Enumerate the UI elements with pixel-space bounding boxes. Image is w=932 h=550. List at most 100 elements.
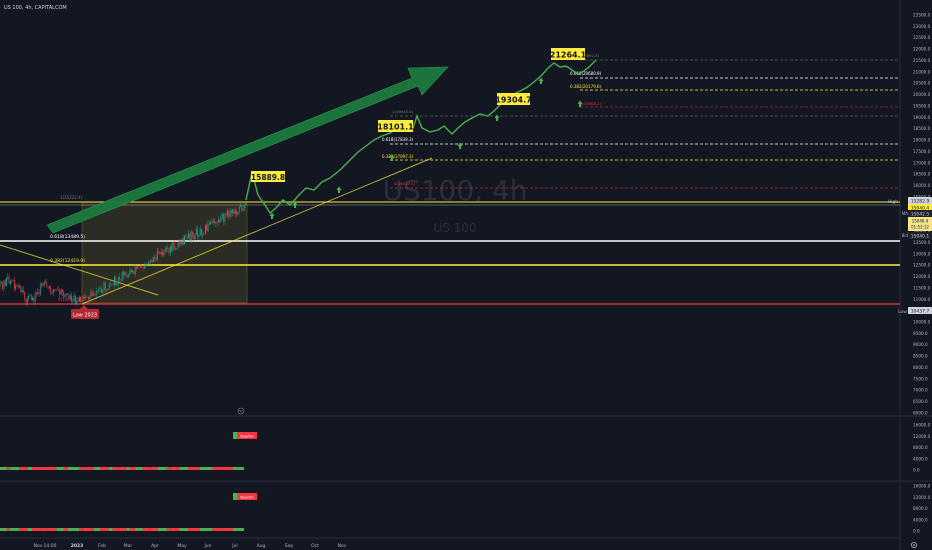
candle bbox=[80, 296, 81, 304]
strip-segment bbox=[6, 528, 11, 531]
strip-segment bbox=[10, 528, 17, 531]
price-tick-label: 8500.0 bbox=[913, 354, 928, 359]
strip-segment bbox=[176, 467, 180, 470]
candle bbox=[133, 270, 135, 275]
indicator-tick-label: 8000.0 bbox=[913, 506, 928, 511]
candle bbox=[67, 292, 68, 295]
target-value: 15889.8 bbox=[251, 173, 285, 182]
chart-root[interactable]: US 100, 4h, CAPITALCOM US100, 4h US 100 … bbox=[0, 0, 932, 550]
low-price-label[interactable]: Low 10437.7 bbox=[898, 307, 932, 315]
bid-label: Bid bbox=[902, 233, 909, 238]
bid-price-label[interactable]: Bid 15040.1 bbox=[902, 232, 932, 240]
proj1-label-0: 0(16017.0) bbox=[394, 181, 416, 186]
strip-segment bbox=[188, 528, 200, 531]
candle bbox=[0, 280, 2, 284]
strip-segment bbox=[149, 528, 158, 531]
indicator-axis: 16000.0 12000.0 8000.0 4000.0 0.0 bbox=[913, 423, 931, 473]
target-value: 21264.1 bbox=[550, 51, 587, 60]
strip-segment bbox=[166, 467, 171, 470]
indicator-pane-1[interactable]: Bearish 16000.0 12000.0 8000.0 4000.0 0.0 bbox=[0, 423, 931, 473]
bullish-arrow[interactable] bbox=[46, 66, 449, 234]
strip-segment bbox=[32, 467, 41, 470]
strip-segment bbox=[129, 528, 136, 531]
indicator-badge[interactable]: Bearish bbox=[233, 493, 257, 500]
candle bbox=[16, 283, 18, 287]
strip-segment bbox=[176, 528, 180, 531]
strip-segment bbox=[188, 467, 200, 470]
strip-segment bbox=[118, 467, 127, 470]
price-tick-label: 16000.0 bbox=[913, 183, 931, 188]
proj1-label-1: 1(19045.0) bbox=[392, 109, 414, 114]
strip-segment bbox=[0, 528, 7, 531]
symbol-header[interactable]: US 100, 4h, CAPITALCOM bbox=[4, 5, 67, 11]
countdown-label: 15040.4 01:53:12 bbox=[908, 217, 932, 231]
strip-segment bbox=[170, 467, 177, 470]
target-value: 19304.7 bbox=[495, 96, 531, 105]
strip-segment bbox=[100, 528, 109, 531]
fib-label-0382: 0.382(12419.0) bbox=[50, 258, 85, 264]
price-tick-label: 11500.0 bbox=[913, 285, 931, 290]
strip-segment bbox=[112, 528, 119, 531]
strip-segment bbox=[63, 467, 68, 470]
candle bbox=[37, 288, 39, 296]
time-axis-label: Jul bbox=[231, 543, 237, 549]
proj2-label-0382: 0.382(20179.6) bbox=[570, 84, 602, 89]
low-label: Low bbox=[898, 309, 907, 315]
chart-canvas[interactable]: US 100, 4h, CAPITALCOM US100, 4h US 100 … bbox=[0, 0, 932, 550]
strip-segment bbox=[142, 528, 150, 531]
candle bbox=[25, 298, 27, 307]
candle bbox=[115, 275, 117, 287]
time-axis-label: Aug bbox=[257, 543, 266, 549]
candle bbox=[11, 279, 13, 283]
target-badge-2[interactable]: 18101.1 bbox=[377, 120, 414, 132]
bid-value: 15040.1 bbox=[911, 234, 930, 240]
strip-segment bbox=[16, 528, 20, 531]
strip-segment bbox=[40, 467, 48, 470]
target-badge-3[interactable]: 19304.7 bbox=[495, 93, 532, 105]
time-axis[interactable]: Nov 14:00 2023 Feb Mar Apr May Jun Jul Aug Sep Oct N… bbox=[34, 543, 347, 549]
settings-icon[interactable] bbox=[911, 542, 918, 549]
candle bbox=[36, 291, 37, 298]
candle bbox=[62, 289, 63, 296]
price-tick-label: 19500.0 bbox=[913, 103, 931, 108]
badge-text: Bearish bbox=[240, 435, 253, 439]
target-badge-1[interactable]: 15889.8 bbox=[251, 171, 285, 182]
strip-segment bbox=[56, 467, 64, 470]
strip-segment bbox=[199, 528, 207, 531]
projection-fib-2[interactable] bbox=[580, 59, 900, 108]
price-tick-label: 8000.0 bbox=[913, 365, 928, 370]
fib-label-0: 0(10656.5) bbox=[58, 297, 81, 302]
candle bbox=[13, 276, 15, 292]
candle bbox=[41, 282, 42, 287]
candle bbox=[8, 273, 10, 285]
high-label: High bbox=[888, 199, 898, 205]
strip-segment bbox=[237, 467, 244, 470]
indicator-strip bbox=[0, 467, 244, 470]
strip-segment bbox=[166, 528, 171, 531]
ma-price-label[interactable]: MA 15042.5 bbox=[902, 210, 932, 218]
candle bbox=[30, 293, 32, 302]
high-price-label[interactable]: High 15282.9 bbox=[888, 197, 932, 205]
strip-segment bbox=[6, 467, 11, 470]
strip-segment bbox=[157, 528, 167, 531]
candle bbox=[42, 281, 44, 289]
candle bbox=[21, 286, 23, 295]
indicator-badge[interactable]: Bearish bbox=[233, 432, 257, 439]
low-badge-text: Low 2023 bbox=[73, 313, 97, 319]
candle bbox=[43, 280, 45, 288]
candle bbox=[75, 294, 76, 307]
price-tick-label: 7500.0 bbox=[913, 376, 928, 381]
candle bbox=[28, 292, 29, 302]
indicator-pane-2[interactable]: Bearish 16000.0 12000.0 8000.0 4000.0 0.0 bbox=[0, 484, 931, 534]
strip-segment bbox=[93, 528, 101, 531]
strip-segment bbox=[129, 467, 136, 470]
strip-segment bbox=[199, 467, 207, 470]
time-axis-label: Oct bbox=[311, 543, 319, 549]
indicator-tick-label: 4000.0 bbox=[913, 456, 928, 461]
collapse-icon[interactable] bbox=[237, 407, 245, 415]
low-2023-badge[interactable]: Low 2023 bbox=[71, 305, 99, 319]
target-badge-4[interactable]: 21264.1 bbox=[550, 48, 587, 60]
time-axis-label: 2023 bbox=[71, 543, 84, 549]
strip-segment bbox=[232, 467, 238, 470]
indicator-axis: 16000.0 12000.0 8000.0 4000.0 0.0 bbox=[913, 484, 931, 534]
